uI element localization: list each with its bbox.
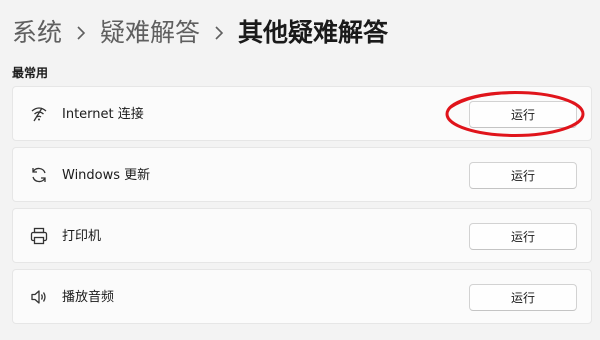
breadcrumb-system[interactable]: 系统 bbox=[12, 16, 62, 50]
run-button-windows-update[interactable]: 运行 bbox=[469, 162, 577, 189]
item-label: Internet 连接 bbox=[62, 107, 144, 122]
page-title: 其他疑难解答 bbox=[238, 18, 389, 47]
troubleshooter-internet: Internet 连接 运行 bbox=[12, 86, 592, 141]
run-button-audio[interactable]: 运行 bbox=[469, 284, 577, 311]
item-label: 打印机 bbox=[62, 229, 102, 244]
item-label: 播放音频 bbox=[62, 290, 115, 305]
printer-icon bbox=[27, 224, 51, 248]
troubleshooter-printer: 打印机 运行 bbox=[12, 208, 592, 263]
speaker-icon bbox=[27, 285, 51, 309]
chevron-right-icon bbox=[208, 16, 230, 50]
item-label: Windows 更新 bbox=[62, 168, 151, 183]
troubleshooter-audio: 播放音频 运行 bbox=[12, 269, 592, 324]
section-heading-most-used: 最常用 bbox=[12, 66, 49, 80]
wifi-icon bbox=[27, 102, 51, 126]
breadcrumb: 系统 疑难解答 其他疑难解答 bbox=[12, 16, 388, 50]
refresh-icon bbox=[27, 163, 51, 187]
breadcrumb-troubleshoot[interactable]: 疑难解答 bbox=[100, 16, 200, 50]
run-button-internet[interactable]: 运行 bbox=[469, 101, 577, 128]
chevron-right-icon bbox=[70, 16, 92, 50]
run-button-printer[interactable]: 运行 bbox=[469, 223, 577, 250]
troubleshooter-windows-update: Windows 更新 运行 bbox=[12, 147, 592, 202]
